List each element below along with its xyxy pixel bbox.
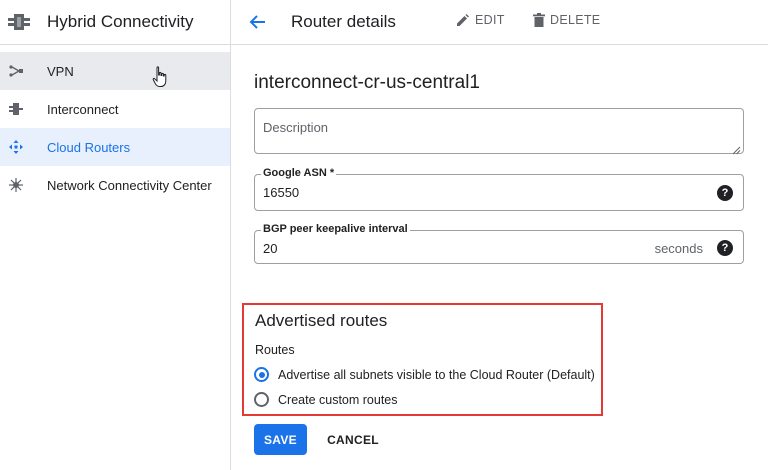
radio-button-checked[interactable] [254,367,269,382]
radio-label: Advertise all subnets visible to the Clo… [278,367,595,382]
sidebar-item-label: VPN [47,63,74,79]
page-title: Router details [291,12,396,31]
edit-label: EDIT [475,13,505,27]
radio-label: Create custom routes [278,392,398,407]
radio-button[interactable] [254,392,269,407]
bgp-keepalive-value: 20 [263,241,278,256]
save-button[interactable]: SAVE [254,424,307,455]
routes-subtitle: Routes [255,343,295,357]
radio-advertise-all-subnets[interactable]: Advertise all subnets visible to the Clo… [254,367,595,382]
sidebar-header: Hybrid Connectivity [0,0,230,45]
router-name-heading: interconnect-cr-us-central1 [254,72,480,93]
cloud-router-icon [9,140,23,154]
advertised-routes-title: Advertised routes [255,311,388,330]
vpn-icon [9,64,23,78]
sidebar-item-network-connectivity-center[interactable]: Network Connectivity Center [0,166,230,204]
hand-pointer-cursor-icon [152,66,168,88]
interconnect-icon [9,102,23,116]
sidebar-item-label: Cloud Routers [47,139,131,155]
help-icon[interactable]: ? [717,240,733,256]
radio-create-custom-routes[interactable]: Create custom routes [254,392,398,407]
sidebar-item-label: Interconnect [47,101,119,117]
header-bar: Router details EDIT DELETE [231,0,768,45]
google-asn-label: Google ASN * [261,167,337,179]
sidebar: Hybrid Connectivity VPN Interconnect Clo… [0,0,231,470]
trash-icon [533,13,545,27]
sidebar-item-vpn[interactable]: VPN [0,52,230,90]
hybrid-connectivity-icon [8,11,30,33]
product-title: Hybrid Connectivity [47,12,194,31]
help-icon[interactable]: ? [717,185,733,201]
bgp-keepalive-suffix: seconds [654,241,703,256]
pencil-icon [457,14,469,26]
google-asn-value: 16550 [263,185,300,200]
cancel-button[interactable]: CANCEL [318,424,388,455]
edit-button[interactable]: EDIT [456,13,505,27]
google-asn-field[interactable]: Google ASN * 16550 ? [254,167,744,211]
network-connectivity-center-icon [9,178,23,192]
back-arrow-icon[interactable] [247,11,269,33]
description-field[interactable]: Description [254,108,744,155]
sidebar-item-cloud-routers[interactable]: Cloud Routers [0,128,230,166]
sidebar-item-interconnect[interactable]: Interconnect [0,90,230,128]
description-placeholder: Description [263,120,329,135]
sidebar-item-label: Network Connectivity Center [47,177,212,193]
bgp-keepalive-label: BGP peer keepalive interval [261,223,410,235]
advertised-routes-section: Advertised routes Routes Advertise all s… [242,303,603,416]
bgp-keepalive-field[interactable]: BGP peer keepalive interval 20 seconds ? [254,223,744,264]
resize-handle-icon[interactable] [732,142,741,155]
delete-label: DELETE [550,13,601,27]
delete-button[interactable]: DELETE [533,13,600,27]
